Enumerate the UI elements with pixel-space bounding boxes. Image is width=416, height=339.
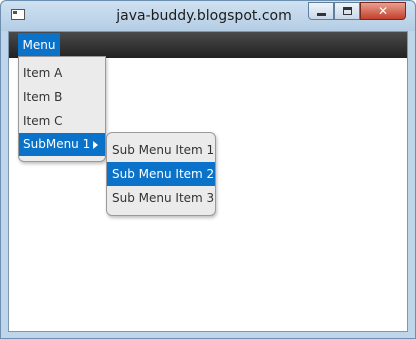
minimize-button[interactable] (308, 2, 334, 20)
menu-item-b[interactable]: Item B (19, 86, 105, 109)
submenu-item-label: Sub Menu Item 1 (112, 143, 215, 157)
submenu-item-3[interactable]: Sub Menu Item 3 (107, 186, 215, 210)
menu-item-a[interactable]: Item A (19, 62, 105, 85)
menu-bar: Menu (9, 32, 407, 58)
submenu-item-1[interactable]: Sub Menu Item 1 (107, 138, 215, 162)
menu-item-submenu-1[interactable]: SubMenu 1 (19, 133, 105, 156)
menu-item-label: Item C (23, 114, 63, 128)
menu-item-label: Item B (23, 90, 63, 104)
menu-item-label: Item A (23, 66, 63, 80)
close-icon: ✕ (377, 4, 389, 18)
application-window: java-buddy.blogspot.com ✕ Menu Item A It… (0, 0, 416, 339)
submenu-popup: Sub Menu Item 1 Sub Menu Item 2 Sub Menu… (106, 132, 216, 216)
minimize-icon (317, 13, 326, 16)
dropdown-menu: Item A Item B Item C SubMenu 1 (18, 56, 106, 162)
submenu-item-label: Sub Menu Item 2 (112, 167, 215, 181)
submenu-arrow-icon (93, 141, 98, 149)
close-button[interactable]: ✕ (360, 2, 406, 20)
menu-item-c[interactable]: Item C (19, 110, 105, 133)
submenu-item-label: Sub Menu Item 3 (112, 191, 215, 205)
window-content: Menu Item A Item B Item C SubMenu 1 Sub … (8, 31, 408, 332)
title-bar[interactable]: java-buddy.blogspot.com ✕ (1, 1, 415, 31)
submenu-item-2[interactable]: Sub Menu Item 2 (107, 162, 215, 186)
maximize-icon (343, 7, 352, 15)
menu-item-label: SubMenu 1 (23, 137, 91, 151)
menu-button[interactable]: Menu (18, 33, 60, 57)
maximize-button[interactable] (334, 2, 360, 20)
